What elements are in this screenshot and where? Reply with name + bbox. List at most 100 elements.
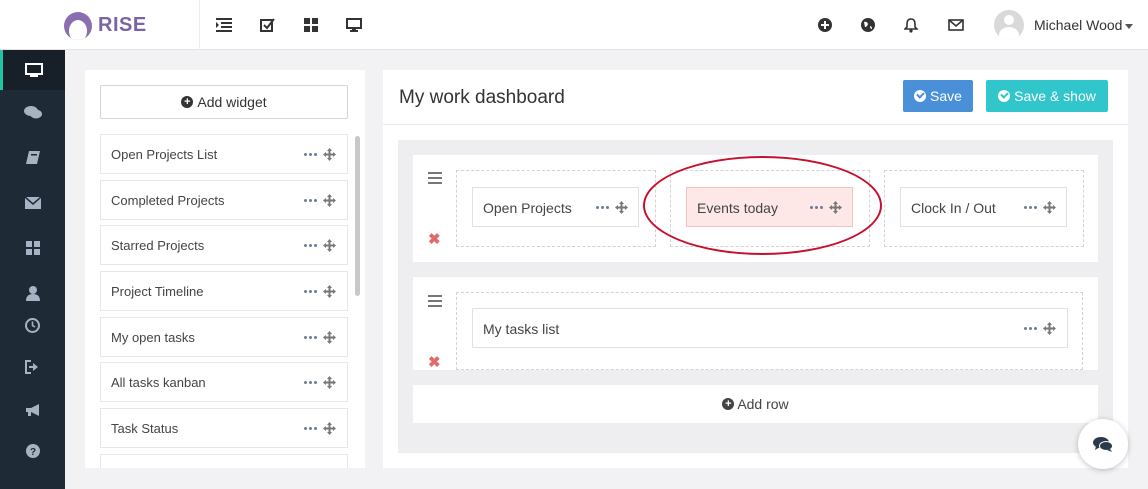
sidebar: ? [0, 50, 65, 489]
more-options-icon[interactable] [304, 427, 317, 430]
sidebar-item-announcements[interactable] [0, 390, 65, 430]
globe-icon[interactable] [857, 14, 879, 36]
chat-button[interactable] [1078, 419, 1128, 469]
save-and-show-label: Save & show [1014, 88, 1096, 104]
remove-row-icon[interactable]: ✖ [428, 230, 441, 248]
widget-label: Starred Projects [111, 238, 205, 253]
dashboard-column[interactable]: Open Projects [456, 170, 656, 247]
check-circle-icon [998, 90, 1011, 102]
widget-label: Events today [697, 200, 778, 216]
check-circle-icon [914, 90, 927, 102]
chevron-down-icon[interactable] [1125, 24, 1133, 29]
dashboard-widget-events-today[interactable]: Events today [686, 187, 853, 227]
more-options-icon[interactable] [304, 153, 317, 156]
sidebar-item-leave[interactable] [0, 347, 65, 387]
list-item[interactable]: All tasks kanban [100, 362, 348, 402]
dashboard-widget-my-tasks-list[interactable]: My tasks list [472, 308, 1068, 348]
more-options-icon[interactable] [810, 206, 823, 209]
widget-label: Completed Projects [111, 193, 225, 208]
dashboard-panel: My work dashboard Save Save & show ✖ Ope… [383, 70, 1128, 468]
plus-circle-icon[interactable] [814, 14, 836, 36]
move-icon[interactable] [323, 285, 336, 298]
dashboard-row[interactable]: ✖ My tasks list [413, 277, 1098, 371]
list-item[interactable]: Open Projects List [100, 134, 348, 174]
more-options-icon[interactable] [304, 381, 317, 384]
more-options-icon[interactable] [304, 336, 317, 339]
move-icon[interactable] [829, 201, 842, 214]
remove-row-icon[interactable]: ✖ [428, 353, 441, 371]
dashboard-row[interactable]: ✖ Open Projects Events today Clock In / … [413, 155, 1098, 262]
dashboard-column[interactable]: Events today [670, 170, 870, 247]
envelope-icon [24, 197, 41, 209]
move-icon[interactable] [1043, 201, 1056, 214]
dashboard-widget-open-projects[interactable]: Open Projects [472, 187, 639, 227]
drag-handle-icon[interactable] [428, 172, 442, 187]
dashboard-widget-clock-in-out[interactable]: Clock In / Out [900, 187, 1067, 227]
save-and-show-button[interactable]: Save & show [986, 80, 1108, 112]
save-button[interactable]: Save [903, 80, 973, 112]
widget-label: Open Projects [483, 200, 572, 216]
more-options-icon[interactable] [596, 206, 609, 209]
user-icon [25, 285, 40, 301]
add-row-button[interactable]: + Add row [413, 385, 1098, 423]
move-icon[interactable] [323, 422, 336, 435]
sign-out-icon [24, 360, 38, 374]
sidebar-item-help[interactable]: ? [0, 431, 65, 471]
move-icon[interactable] [615, 201, 628, 214]
move-icon[interactable] [323, 194, 336, 207]
more-options-icon[interactable] [1024, 206, 1037, 209]
drag-handle-icon[interactable] [428, 295, 442, 310]
list-item[interactable]: Project Timeline [100, 271, 348, 311]
more-options-icon[interactable] [304, 244, 317, 247]
monitor-icon[interactable] [343, 14, 365, 36]
sidebar-item-timesheet[interactable] [0, 305, 65, 345]
sidebar-item-notes[interactable] [0, 137, 65, 177]
user-menu-name[interactable]: Michael Wood [1034, 17, 1122, 33]
sidebar-item-email[interactable] [0, 183, 65, 223]
monitor-icon [25, 62, 43, 77]
divider [383, 124, 1128, 125]
list-item[interactable]: Task Status [100, 408, 348, 448]
move-icon[interactable] [323, 331, 336, 344]
brand-logo-icon [64, 12, 92, 40]
list-item[interactable]: My open tasks [100, 317, 348, 357]
save-button-label: Save [930, 88, 962, 104]
comments-icon [23, 105, 42, 118]
dashboard-column[interactable]: My tasks list [456, 292, 1083, 370]
move-icon[interactable] [323, 376, 336, 389]
bell-icon[interactable] [900, 14, 922, 36]
dashboard-column[interactable]: Clock In / Out [884, 170, 1084, 247]
top-bar: RISE Michael Wood [0, 0, 1148, 50]
move-icon[interactable] [323, 148, 336, 161]
more-options-icon[interactable] [304, 290, 317, 293]
grid-icon[interactable] [300, 14, 322, 36]
brand[interactable]: RISE [0, 0, 200, 50]
list-item[interactable]: Starred Projects [100, 225, 348, 265]
widget-list-panel: + Add widget Open Projects List Complete… [85, 70, 365, 468]
list-icon[interactable] [213, 14, 235, 36]
more-options-icon[interactable] [304, 199, 317, 202]
widget-label: Task Status [111, 421, 179, 436]
dashboard-layout-area: ✖ Open Projects Events today Clock In / … [398, 140, 1113, 453]
sidebar-item-dashboard[interactable] [0, 50, 65, 90]
widget-label: My open tasks [111, 330, 195, 345]
list-item[interactable] [100, 454, 348, 468]
envelope-icon[interactable] [945, 14, 967, 36]
svg-text:?: ? [29, 447, 35, 458]
megaphone-icon [25, 404, 39, 416]
move-icon[interactable] [1043, 322, 1056, 335]
plus-circle-icon: + [181, 96, 194, 108]
question-icon: ? [25, 444, 40, 458]
list-item[interactable]: Completed Projects [100, 180, 348, 220]
move-icon[interactable] [323, 239, 336, 252]
add-widget-label: Add widget [197, 94, 267, 110]
more-options-icon[interactable] [1024, 327, 1037, 330]
avatar[interactable] [994, 10, 1024, 40]
widget-label: Clock In / Out [911, 200, 996, 216]
sidebar-item-apps[interactable] [0, 228, 65, 268]
checkbox-icon[interactable] [256, 14, 278, 36]
page-title: My work dashboard [399, 87, 565, 108]
scrollbar[interactable] [355, 136, 360, 296]
add-widget-button[interactable]: + Add widget [100, 85, 348, 119]
sidebar-item-messages[interactable] [0, 92, 65, 132]
